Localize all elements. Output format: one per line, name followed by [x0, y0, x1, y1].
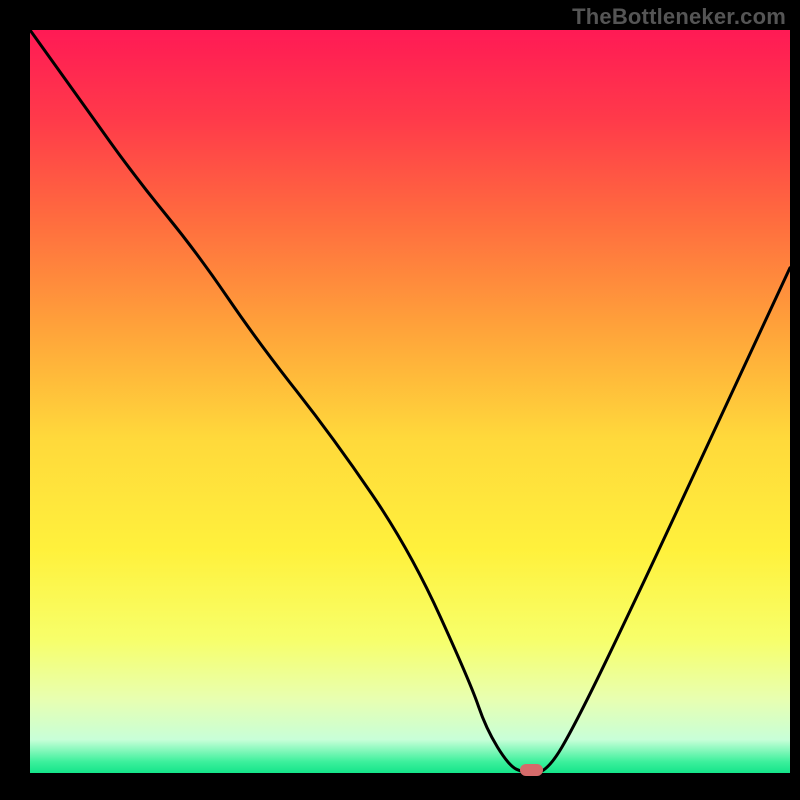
gradient-background: [30, 30, 790, 773]
optimum-marker: [520, 764, 543, 776]
bottleneck-chart: [0, 0, 800, 800]
chart-stage: TheBottleneker.com: [0, 0, 800, 800]
